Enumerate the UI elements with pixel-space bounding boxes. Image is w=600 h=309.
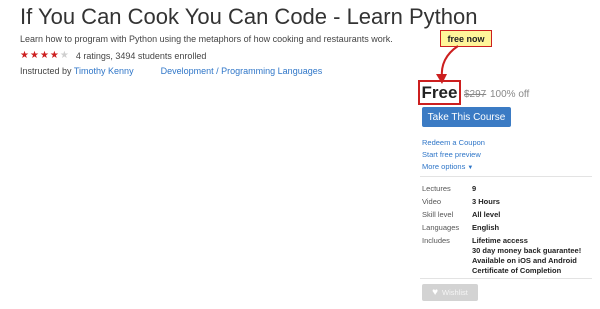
skill-level-value: All level [472,210,501,219]
original-price: $297 [464,89,487,100]
instructor-link[interactable]: Timothy Kenny [74,66,134,76]
instructor-row: Instructed by Timothy Kenny Development … [20,66,322,76]
star-icon: ★ [20,50,29,61]
wishlist-button[interactable]: ♥ Wishlist [422,284,478,301]
instructed-by-label: Instructed by [20,66,72,76]
star-icon: ★ [49,50,59,61]
skill-level-label: Skill level [422,210,454,219]
caret-down-icon: ▼ [467,165,474,171]
take-this-course-button[interactable]: Take This Course [422,107,511,127]
price-highlight: Free [418,80,461,105]
includes-label: Includes [422,236,450,245]
discount-label: 100% off [490,89,530,100]
star-empty-icon: ★ [59,50,69,61]
redeem-coupon-link[interactable]: Redeem a Coupon [422,138,485,147]
includes-item: Lifetime access [472,236,528,245]
wishlist-label: Wishlist [442,288,468,297]
course-title: If You Can Cook You Can Code - Learn Pyt… [20,4,478,29]
divider [420,176,592,177]
rating-stars: ★ ★ ★ ★ ★ [20,51,69,61]
more-options-label: More options [422,162,466,171]
star-icon: ★ [29,50,39,61]
lectures-value: 9 [472,184,477,193]
start-free-preview-link[interactable]: Start free preview [422,150,481,159]
course-subtitle: Learn how to program with Python using t… [20,34,393,44]
divider [420,278,592,279]
includes-item: 30 day money back guarantee! [472,246,582,255]
lectures-label: Lectures [422,184,451,193]
languages-label: Languages [422,223,460,232]
rating-row: ★ ★ ★ ★ ★ 4 ratings, 3494 students enrol… [20,50,206,62]
heart-icon: ♥ [432,286,439,298]
subcategory-link[interactable]: Programming Languages [221,66,322,76]
languages-value: English [472,223,500,232]
includes-item: Available on iOS and Android [472,256,577,265]
more-options-link[interactable]: More options ▼ [422,162,473,171]
includes-item: Certificate of Completion [472,266,562,275]
video-value: 3 Hours [472,197,500,206]
current-price: Free [421,83,458,102]
video-label: Video [422,197,442,206]
category-link[interactable]: Development [161,66,214,76]
star-icon: ★ [39,50,49,61]
rating-summary: 4 ratings, 3494 students enrolled [75,51,207,61]
